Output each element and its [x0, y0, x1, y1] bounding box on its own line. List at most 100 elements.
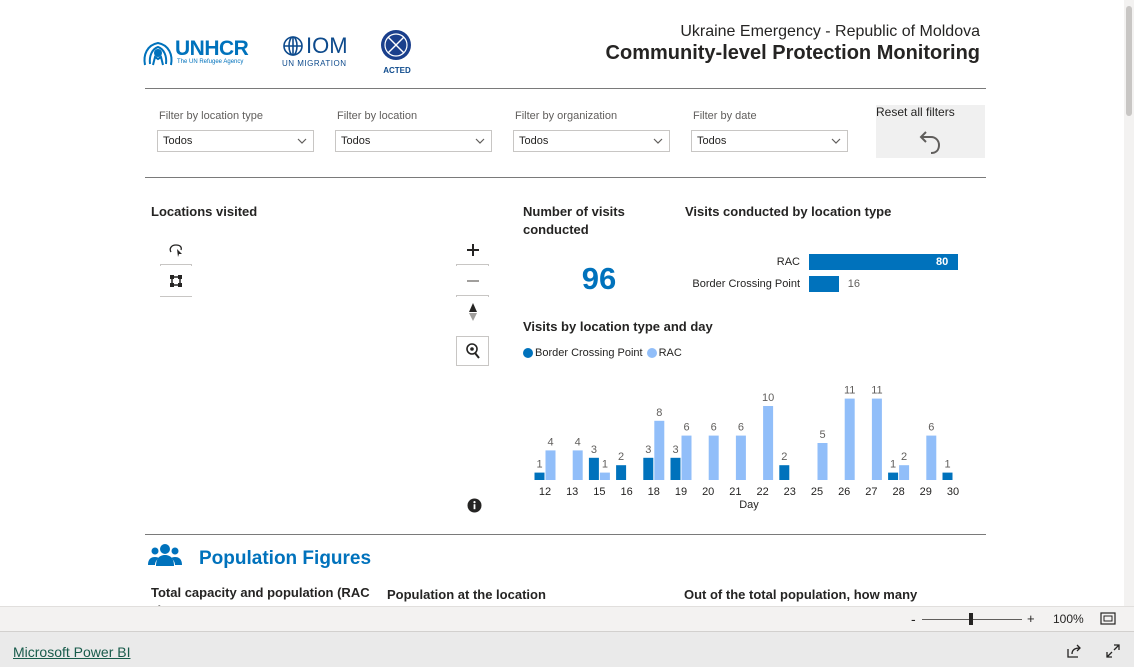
kpi-title: Number of visits conducted: [523, 204, 625, 237]
day-bar-rac[interactable]: [572, 450, 583, 480]
unhcr-logo: UNHCR The UN Refugee Agency: [141, 36, 249, 67]
day-tick-label: 21: [729, 486, 741, 498]
legend-item-border-crossing[interactable]: Border Crossing Point: [523, 347, 643, 359]
day-bar-border-crossing[interactable]: [534, 472, 545, 480]
day-bar-rac[interactable]: [654, 420, 665, 480]
zoom-out-icon: [466, 279, 479, 282]
by-type-category-label: RAC: [776, 256, 800, 268]
by-day-title: Visits by location type and day: [523, 319, 713, 334]
day-bar-rac[interactable]: [871, 398, 882, 480]
day-bar-value-label: 5: [819, 429, 825, 441]
day-bar-border-crossing[interactable]: [643, 457, 654, 480]
chevron-down-icon: [831, 138, 841, 144]
north-reset-button[interactable]: [456, 297, 489, 327]
fit-to-page-button[interactable]: [1100, 612, 1116, 630]
day-bar-value-label: 11: [844, 385, 855, 397]
fit-page-icon: [1100, 612, 1116, 625]
reset-filters-button[interactable]: Reset all filters: [876, 105, 985, 158]
legend-label-rac: RAC: [658, 347, 682, 359]
legend-swatch-rac: [646, 348, 657, 358]
day-bar-rac[interactable]: [763, 406, 774, 480]
day-bar-border-crossing[interactable]: [942, 472, 953, 480]
day-tick-label: 26: [838, 486, 850, 498]
header-divider: [145, 88, 986, 89]
legend-item-rac[interactable]: RAC: [646, 347, 682, 359]
powerbi-link[interactable]: Microsoft Power BI: [13, 644, 130, 660]
filter-organization-label: Filter by organization: [515, 110, 618, 122]
day-bar-rac[interactable]: [817, 443, 828, 480]
search-location-button[interactable]: [456, 336, 489, 366]
day-bar-border-crossing[interactable]: [888, 472, 899, 480]
day-bar-rac[interactable]: [545, 450, 556, 480]
day-bar-rac[interactable]: [926, 435, 937, 480]
day-bar-value-label: 3: [672, 444, 678, 456]
day-bar-value-label: 1: [944, 459, 950, 471]
footer-bar: Microsoft Power BI: [0, 631, 1134, 667]
zoom-slider-thumb[interactable]: [969, 613, 973, 625]
acted-logo: ACTED: [380, 29, 414, 75]
day-bar-rac[interactable]: [681, 435, 692, 480]
day-bar-value-label: 11: [871, 385, 882, 397]
day-tick-label: 22: [756, 486, 768, 498]
zoom-in-button[interactable]: [456, 235, 489, 265]
zoom-out-button[interactable]: [456, 266, 489, 296]
fullscreen-button[interactable]: [1105, 643, 1121, 664]
page-scrollbar[interactable]: [1124, 0, 1134, 606]
day-bar-value-label: 1: [536, 459, 542, 471]
filters-divider: [145, 177, 986, 178]
day-axis-title: Day: [739, 499, 759, 511]
by-type-value-label: 16: [847, 278, 861, 290]
day-tick-label: 28: [892, 486, 904, 498]
population-title: Population Figures: [199, 548, 372, 569]
filter-location-type-value: Todos: [163, 135, 193, 147]
unhcr-name: UNHCR: [175, 36, 249, 60]
filter-location-dropdown[interactable]: Todos: [335, 130, 492, 152]
day-bar-value-label: 2: [618, 451, 624, 463]
zoom-in-icon: [466, 243, 479, 256]
day-bar-border-crossing[interactable]: [779, 465, 790, 480]
info-button[interactable]: [467, 498, 482, 513]
day-bar-rac[interactable]: [735, 435, 746, 480]
filter-date-label: Filter by date: [693, 110, 757, 122]
day-bar-value-label: 1: [602, 459, 608, 471]
chevron-down-icon: [297, 138, 307, 144]
filter-date-value: Todos: [697, 135, 727, 147]
day-tick-label: 13: [566, 486, 578, 498]
population-at-location-title: Population at the location: [387, 587, 546, 602]
filter-date-dropdown[interactable]: Todos: [691, 130, 848, 152]
filter-organization-dropdown[interactable]: Todos: [513, 130, 670, 152]
rect-select-icon: [170, 275, 182, 287]
day-bar-value-label: 2: [781, 451, 787, 463]
population-total-capacity-title: Total capacity and population (RAC s): [151, 585, 370, 606]
legend-swatch-border-crossing: [523, 348, 533, 358]
population-icon-wrap: [148, 543, 182, 572]
share-button[interactable]: [1066, 643, 1082, 664]
day-bar-rac[interactable]: [599, 472, 610, 480]
day-tick-label: 29: [920, 486, 932, 498]
rect-select-button[interactable]: [160, 266, 192, 296]
day-tick-label: 25: [811, 486, 823, 498]
map-title: Locations visited: [151, 204, 258, 219]
by-type-bar[interactable]: [809, 276, 839, 292]
day-bar-border-crossing[interactable]: [670, 457, 681, 480]
report-title: Community-level Protection Monitoring: [605, 42, 980, 64]
zoom-out-control[interactable]: -: [911, 611, 916, 627]
iom-logo: IOM: [282, 35, 348, 57]
day-bar-rac[interactable]: [899, 465, 910, 480]
day-bar-value-label: 8: [656, 407, 662, 419]
day-bar-border-crossing[interactable]: [588, 457, 599, 480]
day-bar-value-label: 6: [711, 422, 717, 434]
scrollbar-thumb[interactable]: [1126, 6, 1132, 116]
day-tick-label: 20: [702, 486, 714, 498]
by-type-category-label: Border Crossing Point: [692, 278, 800, 290]
day-bar-border-crossing[interactable]: [616, 465, 627, 480]
filter-location-type-dropdown[interactable]: Todos: [157, 130, 314, 152]
zoom-in-control[interactable]: +: [1027, 611, 1035, 626]
filter-location-label: Filter by location: [337, 110, 418, 122]
day-bar-rac[interactable]: [708, 435, 719, 480]
day-tick-label: 27: [865, 486, 877, 498]
day-bar-rac[interactable]: [844, 398, 855, 480]
day-tick-label: 18: [648, 486, 660, 498]
day-bar-value-label: 2: [901, 451, 907, 463]
lasso-select-button[interactable]: [160, 235, 192, 265]
